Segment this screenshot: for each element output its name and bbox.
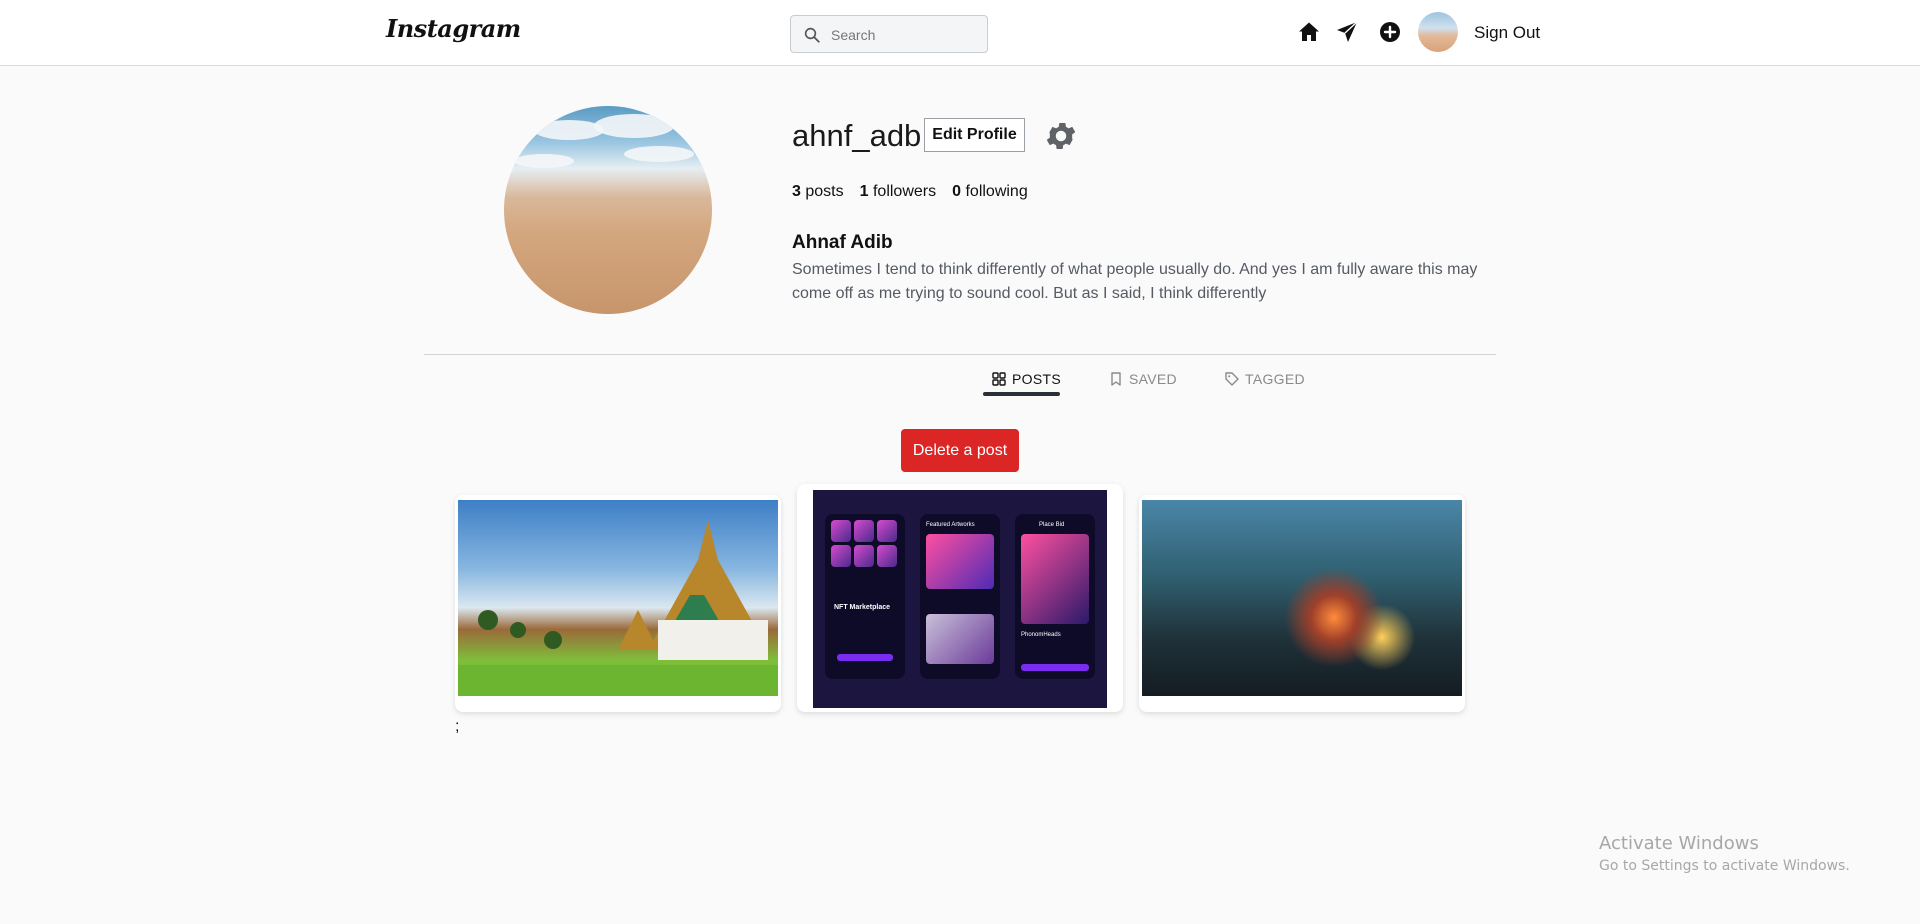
- post-image-temple: [458, 500, 778, 696]
- tab-saved[interactable]: SAVED: [1109, 364, 1177, 394]
- tab-posts[interactable]: POSTS: [992, 364, 1061, 394]
- nft-title: NFT Marketplace: [834, 604, 891, 611]
- watermark-subtitle: Go to Settings to activate Windows.: [1599, 858, 1850, 874]
- send-icon[interactable]: [1335, 20, 1359, 44]
- nft-phone-screen-2: Featured Artworks: [920, 514, 1000, 679]
- search-input[interactable]: [831, 24, 981, 46]
- post-image-rainy-window: [1142, 500, 1462, 696]
- followers-stat[interactable]: 1 followers: [860, 183, 937, 201]
- watermark-title: Activate Windows: [1599, 833, 1759, 854]
- post-card[interactable]: [455, 495, 781, 712]
- post-card[interactable]: NFT Marketplace Featured Artworks Place …: [797, 484, 1123, 712]
- profile-bio: Sometimes I tend to think differently of…: [792, 261, 1478, 302]
- search-icon: [804, 27, 820, 43]
- post-card[interactable]: [1139, 495, 1465, 712]
- tab-tagged-label: TAGGED: [1245, 371, 1305, 387]
- active-tab-indicator: [983, 392, 1060, 396]
- delete-post-button[interactable]: Delete a post: [901, 429, 1019, 472]
- home-icon[interactable]: [1297, 20, 1321, 44]
- following-stat[interactable]: 0 following: [952, 183, 1028, 201]
- section-divider: [424, 354, 1496, 355]
- profile-username: ahnf_adb: [792, 118, 922, 153]
- nft-featured: Featured Artworks: [926, 522, 975, 528]
- nft-phone-screen-1: NFT Marketplace: [825, 514, 905, 679]
- tab-saved-label: SAVED: [1129, 371, 1177, 387]
- tag-icon: [1225, 372, 1239, 386]
- search-box[interactable]: [790, 15, 988, 53]
- bookmark-icon: [1111, 372, 1121, 386]
- grid-icon: [992, 372, 1006, 386]
- windows-activation-watermark: Activate Windows Go to Settings to activ…: [1599, 833, 1850, 874]
- sign-out-link[interactable]: Sign Out: [1474, 23, 1540, 43]
- profile-full-name: Ahnaf Adib: [792, 232, 893, 253]
- profile-picture: [504, 106, 712, 314]
- top-navigation-bar: Instagram Sign Out: [0, 0, 1920, 66]
- profile-stats: 3 posts 1 followers 0 following: [792, 183, 1028, 201]
- tab-posts-label: POSTS: [1012, 371, 1061, 387]
- instagram-logo[interactable]: Instagram: [386, 14, 521, 43]
- user-avatar[interactable]: [1418, 12, 1458, 52]
- add-post-icon[interactable]: [1378, 20, 1402, 44]
- nft-phone-screen-3: Place Bid PhonomHeads: [1015, 514, 1095, 679]
- tab-tagged[interactable]: TAGGED: [1225, 364, 1305, 394]
- post-image-nft-marketplace: NFT Marketplace Featured Artworks Place …: [813, 490, 1107, 708]
- stray-text: ;: [455, 718, 460, 735]
- edit-profile-button[interactable]: Edit Profile: [924, 118, 1025, 152]
- settings-gear-icon[interactable]: [1043, 118, 1079, 154]
- nft-artwork-name: PhonomHeads: [1021, 632, 1061, 638]
- nft-place-bid-heading: Place Bid: [1039, 522, 1065, 528]
- posts-stat: 3 posts: [792, 183, 844, 200]
